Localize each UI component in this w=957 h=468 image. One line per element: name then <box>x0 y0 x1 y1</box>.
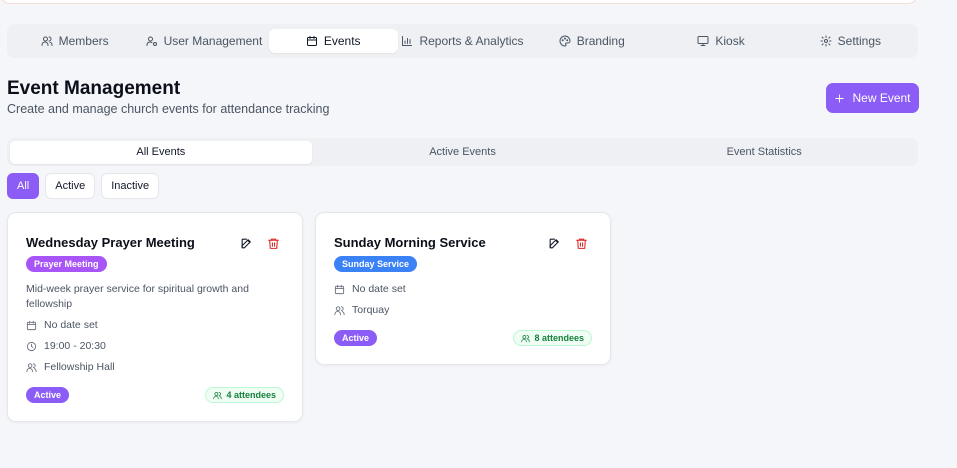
top-banner <box>0 0 918 4</box>
events-sub-tabs: All Events Active Events Event Statistic… <box>7 138 918 166</box>
event-date-row: No date set <box>334 283 406 295</box>
event-description: Mid-week prayer service for spiritual gr… <box>26 283 249 310</box>
gear-icon <box>820 35 832 47</box>
calendar-icon <box>306 35 318 47</box>
edit-icon <box>240 237 253 250</box>
event-card: Wednesday Prayer Meeting Prayer Meeting … <box>7 212 303 422</box>
event-location-row: Torquay <box>334 304 389 316</box>
tab-active-events[interactable]: Active Events <box>312 141 614 164</box>
attendees-badge: 8 attendees <box>513 330 592 346</box>
event-type-badge: Sunday Service <box>334 256 418 272</box>
status-filters: All Active Inactive <box>7 173 160 199</box>
tab-events[interactable]: Events <box>268 29 398 53</box>
trash-icon <box>575 237 588 250</box>
event-status-badge: Active <box>26 387 70 403</box>
attendees-count: 8 attendees <box>534 333 584 343</box>
event-time: 19:00 - 20:30 <box>44 340 106 352</box>
tab-event-statistics[interactable]: Event Statistics <box>613 141 915 164</box>
tab-label: Settings <box>837 34 881 48</box>
tab-settings[interactable]: Settings <box>786 29 915 53</box>
tab-label: Kiosk <box>715 34 745 48</box>
page-title: Event Management <box>7 78 181 99</box>
event-date: No date set <box>44 319 98 331</box>
new-event-label: New Event <box>852 91 911 105</box>
main-nav: Members User Management Events Reports &… <box>7 24 918 58</box>
tab-label: Members <box>58 34 109 48</box>
page-subtitle: Create and manage church events for atte… <box>7 102 330 116</box>
tab-label: Reports & Analytics <box>419 34 524 48</box>
delete-event-button[interactable] <box>267 237 280 250</box>
card-actions <box>240 237 280 250</box>
filter-all-button[interactable]: All <box>7 173 40 199</box>
event-card: Sunday Morning Service Sunday Service No… <box>315 212 611 365</box>
clock-icon <box>26 341 37 352</box>
event-status-badge: Active <box>334 330 378 346</box>
user-cog-icon <box>146 35 158 47</box>
event-date-row: No date set <box>26 319 98 331</box>
edit-icon <box>548 237 561 250</box>
users-icon <box>334 305 345 316</box>
monitor-icon <box>697 35 709 47</box>
users-icon <box>26 362 37 373</box>
filter-active-button[interactable]: Active <box>45 173 96 199</box>
card-actions <box>548 237 588 250</box>
attendees-count: 4 attendees <box>226 390 276 400</box>
calendar-icon <box>26 320 37 331</box>
event-location: Fellowship Hall <box>44 361 115 373</box>
tab-all-events[interactable]: All Events <box>10 140 312 164</box>
tab-user-management[interactable]: User Management <box>139 29 268 53</box>
event-date: No date set <box>352 283 406 295</box>
tab-label: User Management <box>163 34 263 48</box>
calendar-icon <box>334 284 345 295</box>
edit-event-button[interactable] <box>548 237 561 250</box>
event-title: Wednesday Prayer Meeting <box>26 235 195 250</box>
event-time-row: 19:00 - 20:30 <box>26 340 106 352</box>
attendees-badge: 4 attendees <box>205 387 284 403</box>
tab-label: Branding <box>576 34 625 48</box>
tab-members[interactable]: Members <box>10 29 139 53</box>
tab-label: Events <box>323 34 361 48</box>
filter-inactive-button[interactable]: Inactive <box>101 173 160 199</box>
tab-reports-analytics[interactable]: Reports & Analytics <box>398 29 527 53</box>
palette-icon <box>559 35 571 47</box>
event-location-row: Fellowship Hall <box>26 361 115 373</box>
event-location: Torquay <box>352 304 390 316</box>
trash-icon <box>267 237 280 250</box>
plus-icon <box>834 93 845 104</box>
users-icon <box>213 391 223 400</box>
users-icon <box>521 334 531 343</box>
edit-event-button[interactable] <box>240 237 253 250</box>
new-event-button[interactable]: New Event <box>826 83 919 113</box>
bar-chart-icon <box>401 35 413 47</box>
delete-event-button[interactable] <box>575 237 588 250</box>
event-type-badge: Prayer Meeting <box>26 256 107 272</box>
users-icon <box>41 35 53 47</box>
tab-branding[interactable]: Branding <box>527 29 656 53</box>
tab-kiosk[interactable]: Kiosk <box>656 29 785 53</box>
event-title: Sunday Morning Service <box>334 235 486 250</box>
